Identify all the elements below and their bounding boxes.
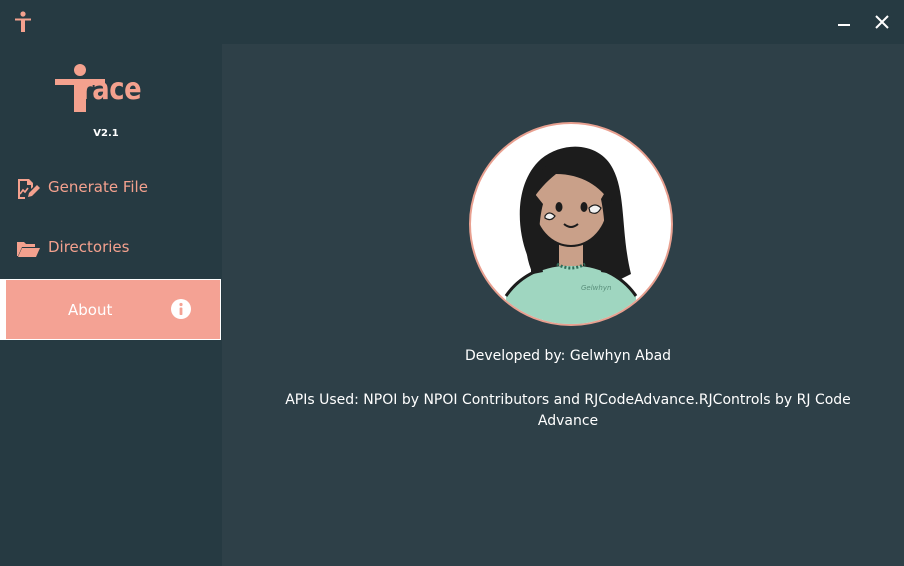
info-icon (171, 299, 191, 319)
sidebar-item-generate-file[interactable]: Generate File (0, 160, 221, 218)
title-bar (0, 0, 904, 44)
developer-avatar: Gelwhyn (469, 122, 673, 326)
version-label: V2.1 (93, 128, 119, 139)
folder-open-icon (17, 242, 40, 257)
sidebar-item-directories[interactable]: Directories (0, 220, 221, 278)
logo-text: race (80, 72, 142, 107)
avatar-signature: Gelwhyn (581, 284, 611, 292)
apis-used-text: APIs Used: NPOI by NPOI Contributors and… (285, 392, 851, 429)
minimize-button[interactable] (830, 8, 858, 36)
active-indicator (0, 280, 6, 339)
sidebar: race V2.1 Generate File Directories Abou… (0, 44, 221, 566)
avatar-illustration: Gelwhyn (504, 146, 638, 324)
sidebar-item-label: About (68, 301, 113, 319)
document-edit-icon (18, 179, 40, 199)
sidebar-item-about[interactable]: About (0, 279, 221, 340)
app-logo-icon (15, 11, 31, 32)
sidebar-item-label: Generate File (48, 178, 148, 196)
sidebar-item-label: Directories (48, 238, 130, 256)
close-button[interactable] (868, 8, 896, 36)
developed-by-text: Developed by: Gelwhyn Abad (464, 348, 672, 364)
about-panel: Gelwhyn Developed by: Gelwhyn Abad APIs … (222, 44, 904, 566)
close-icon (875, 15, 889, 29)
minimize-icon (838, 24, 850, 26)
